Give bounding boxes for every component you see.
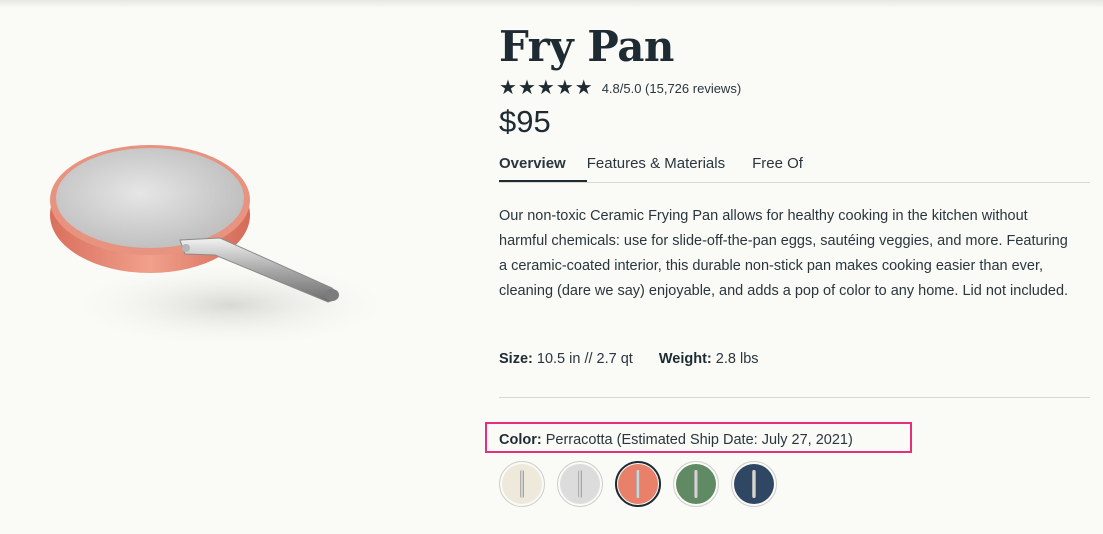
product-title: Fry Pan [499,22,674,71]
rating-text[interactable]: 4.8/5.0 (15,726 reviews) [602,81,741,96]
weight-label: Weight: [658,351,712,367]
swatch-cream-color [502,464,542,504]
star-icon: ★ [574,77,593,99]
weight-value: 2.8 lbs [715,351,759,367]
tab-overview[interactable]: Overview [499,155,587,182]
product-description: Our non-toxic Ceramic Frying Pan allows … [499,208,1069,299]
color-value: Perracotta (Estimated Ship Date: July 27… [545,432,853,448]
swatch-navy[interactable] [731,461,777,507]
color-swatches [499,461,777,507]
swatch-perracotta[interactable] [615,461,661,507]
header-shadow [0,0,1103,8]
rating-stars: ★ ★ ★ ★ ★ [499,78,593,98]
size-value: 10.5 in // 2.7 qt [536,351,633,367]
swatch-perracotta-color [618,464,658,504]
rating-row[interactable]: ★ ★ ★ ★ ★ 4.8/5.0 (15,726 reviews) [499,78,741,98]
star-icon: ★ [536,77,555,99]
tab-free-of[interactable]: Free Of [746,155,824,182]
color-selection-text: Color: Perracotta (Estimated Ship Date: … [499,432,853,448]
swatch-cream[interactable] [499,461,545,507]
section-divider [499,397,1090,398]
star-icon: ★ [499,77,517,99]
product-specs: Size: 10.5 in // 2.7 qt Weight: 2.8 lbs [499,351,759,367]
product-tabs: Overview Features & Materials Free Of [499,155,1090,183]
star-icon: ★ [555,77,574,99]
swatch-gray[interactable] [557,461,603,507]
swatch-sage-color [676,464,716,504]
color-label: Color: [499,432,542,448]
size-label: Size: [499,351,533,367]
swatch-sage[interactable] [673,461,719,507]
star-icon: ★ [517,77,536,99]
swatch-gray-color [560,464,600,504]
product-image[interactable] [40,120,400,380]
swatch-navy-color [734,464,774,504]
tab-features-materials[interactable]: Features & Materials [587,155,746,182]
product-price: $95 [499,104,551,139]
